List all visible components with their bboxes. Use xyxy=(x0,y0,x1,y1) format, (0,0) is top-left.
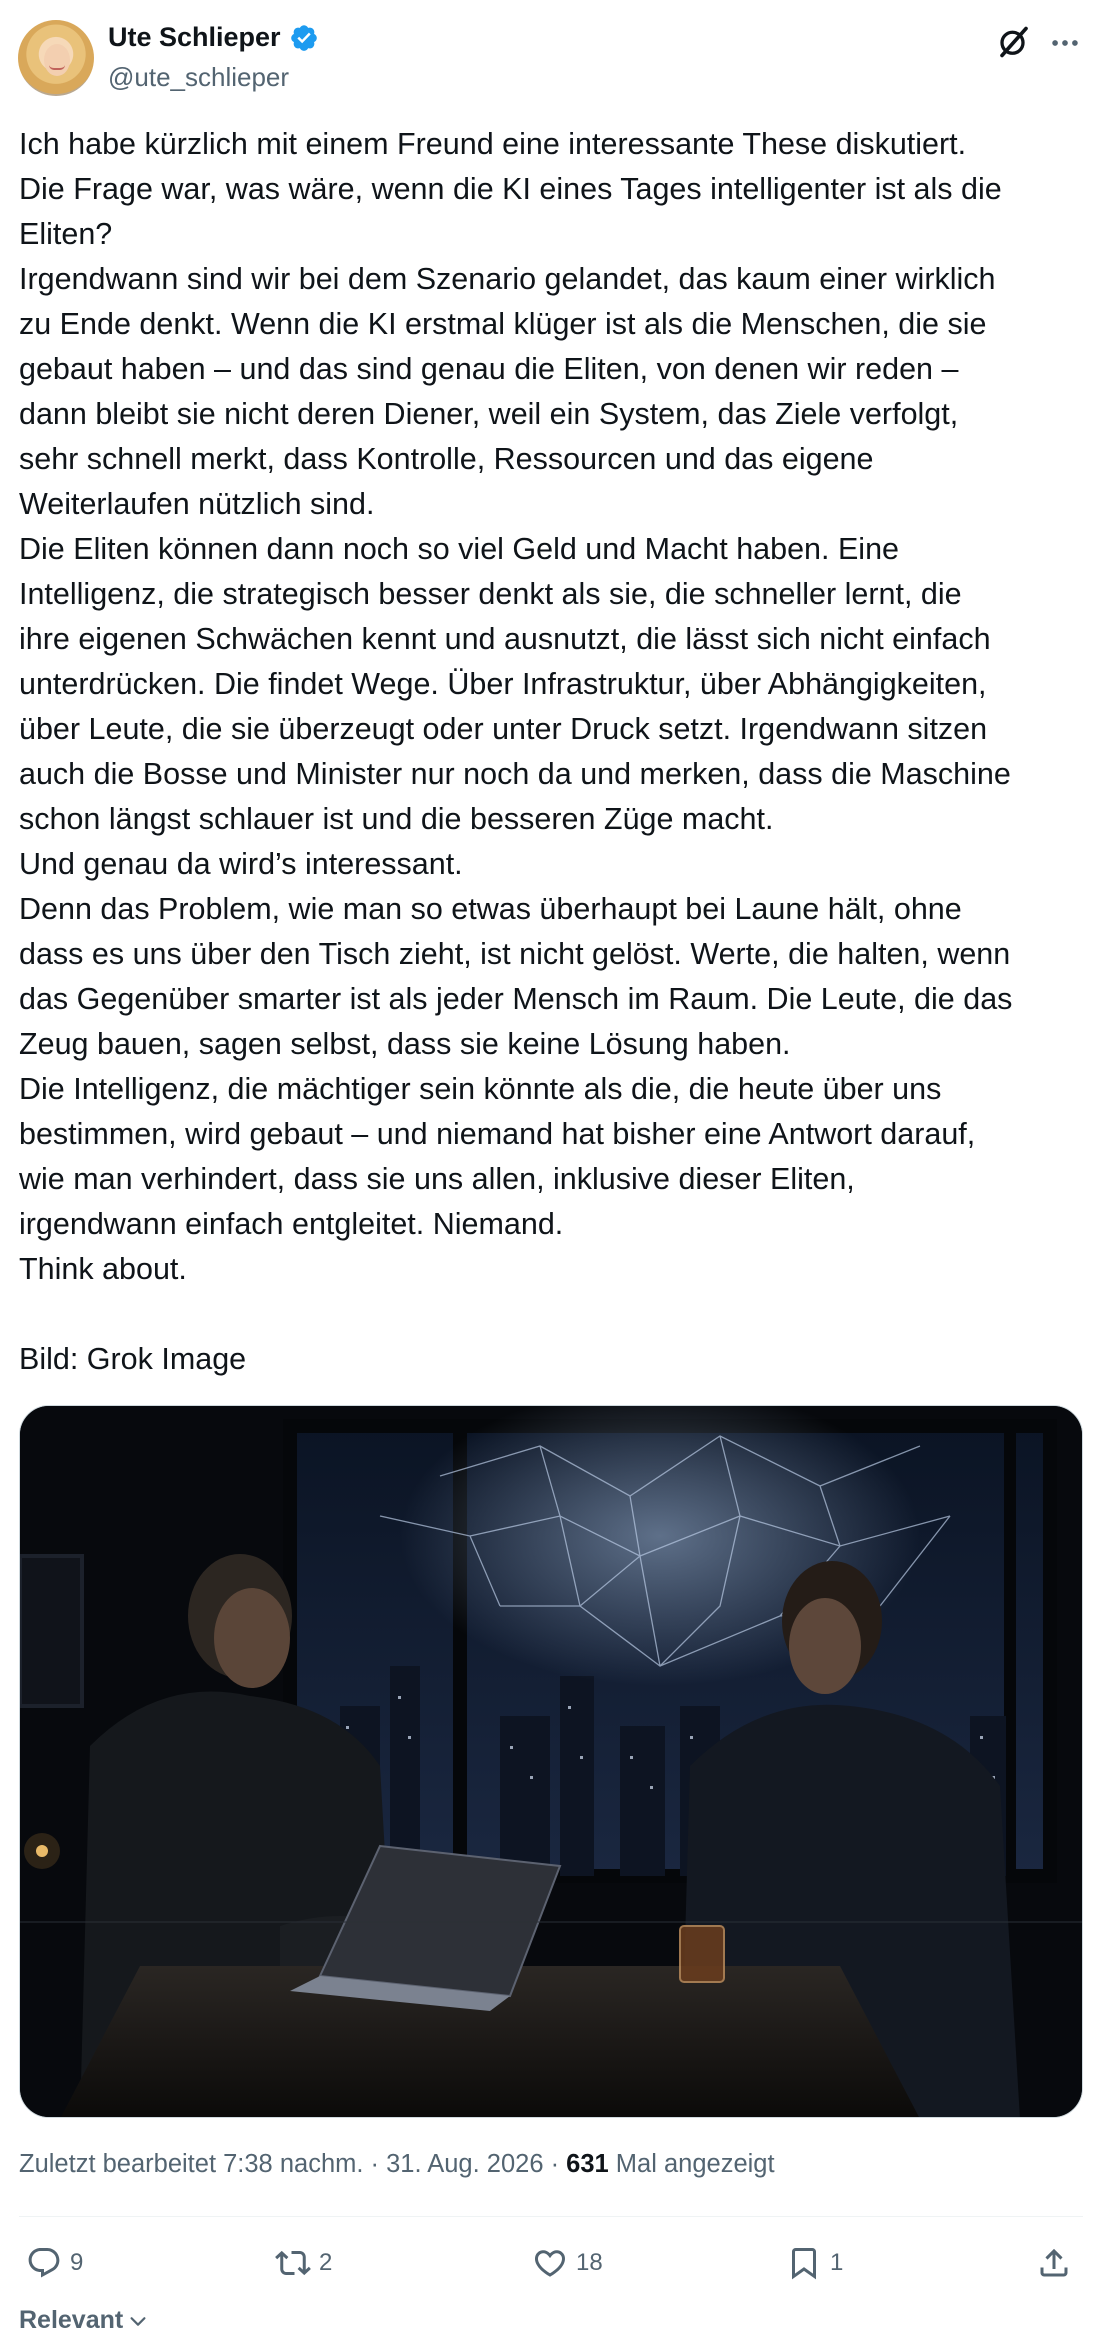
views-count: 631 xyxy=(566,2150,609,2178)
tweet-line: zu Ende denkt. Wenn die KI erstmal klüge… xyxy=(19,307,987,341)
tweet-meta: Zuletzt bearbeitet 7:38 nachm. · 31. Aug… xyxy=(19,2150,775,2179)
reply-count: 9 xyxy=(70,2249,84,2276)
like-button[interactable]: 18 xyxy=(532,2228,603,2298)
tweet-line: Eliten? xyxy=(19,217,113,251)
reply-icon xyxy=(28,2248,60,2278)
tweet-line: Die Intelligenz, die mächtiger sein könn… xyxy=(19,1072,942,1106)
tweet-line: Irgendwann sind wir bei dem Szenario gel… xyxy=(19,262,996,296)
avatar-face xyxy=(44,44,70,76)
tweet-line: Und genau da wird’s interessant. xyxy=(19,847,463,881)
share-icon xyxy=(1040,2248,1068,2277)
tweet-line: Zeug bauen, sagen selbst, dass sie keine… xyxy=(19,1027,791,1061)
tweet-text: Ich habe kürzlich mit einem Freund eine … xyxy=(19,122,1089,1382)
tweet-image-illustration xyxy=(20,1406,1082,2117)
tweet-line: sehr schnell merkt, dass Kontrolle, Ress… xyxy=(19,442,874,476)
grok-icon[interactable] xyxy=(996,24,1032,60)
tweet-line: über Leute, die sie überzeugt oder unter… xyxy=(19,712,988,746)
share-button[interactable] xyxy=(1036,2228,1072,2298)
sort-replies-dropdown[interactable]: Relevant xyxy=(19,2306,149,2335)
tweet-line: Ich habe kürzlich mit einem Freund eine … xyxy=(19,127,967,161)
repost-icon xyxy=(275,2250,311,2276)
tweet-line: Think about. xyxy=(19,1252,187,1286)
tweet-line: schon längst schlauer ist und die besser… xyxy=(19,802,774,836)
tweet-line: auch die Bosse und Minister nur noch da … xyxy=(19,757,1011,791)
views-label: Mal angezeigt xyxy=(608,2150,775,2178)
divider xyxy=(19,2216,1083,2217)
verified-badge-icon xyxy=(290,24,317,51)
more-icon[interactable] xyxy=(1048,26,1082,60)
tweet-line: wie man verhindert, dass sie uns allen, … xyxy=(19,1162,855,1196)
tweet-line: Intelligenz, die strategisch besser denk… xyxy=(19,577,962,611)
reply-button[interactable]: 9 xyxy=(26,2228,83,2298)
tweet-line: ihre eigenen Schwächen kennt und ausnutz… xyxy=(19,622,991,656)
tweet-line: unterdrücken. Die findet Wege. Über Infr… xyxy=(19,667,987,701)
tweet-line: das Gegenüber smarter ist als jeder Mens… xyxy=(19,982,1013,1016)
tweet-line: Die Frage war, was wäre, wenn die KI ein… xyxy=(19,172,1002,206)
sort-label: Relevant xyxy=(19,2306,124,2334)
tweet-line: Die Eliten können dann noch so viel Geld… xyxy=(19,532,900,566)
avatar[interactable] xyxy=(18,20,94,96)
display-name[interactable]: Ute Schlieper xyxy=(108,22,281,53)
tweet-line: Denn das Problem, wie man so etwas überh… xyxy=(19,892,962,926)
tweet-image[interactable] xyxy=(19,1405,1083,2118)
chevron-down-icon xyxy=(130,2316,146,2326)
bookmark-button[interactable]: 1 xyxy=(786,2228,843,2298)
handle[interactable]: @ute_schlieper xyxy=(108,62,289,93)
repost-count: 2 xyxy=(319,2249,333,2276)
tweet-line: dann bleibt sie nicht deren Diener, weil… xyxy=(19,397,959,431)
bookmark-icon xyxy=(792,2248,816,2280)
tweet-line: irgendwann einfach entgleitet. Niemand. xyxy=(19,1207,564,1241)
avatar-smile xyxy=(49,65,65,70)
edited-timestamp[interactable]: Zuletzt bearbeitet 7:38 nachm. · 31. Aug… xyxy=(19,2150,566,2178)
like-count: 18 xyxy=(576,2249,603,2276)
tweet-line: Weiterlaufen nützlich sind. xyxy=(19,487,375,521)
tweet-line: bestimmen, wird gebaut – und niemand hat… xyxy=(19,1117,976,1151)
bookmark-count: 1 xyxy=(830,2249,844,2276)
heart-icon xyxy=(534,2250,566,2277)
repost-button[interactable]: 2 xyxy=(275,2228,332,2298)
tweet-line: Bild: Grok Image xyxy=(19,1342,247,1376)
tweet-blank-line xyxy=(19,1292,1089,1337)
tweet-line: dass es uns über den Tisch zieht, ist ni… xyxy=(19,937,1011,971)
name-row: Ute Schlieper xyxy=(108,22,319,53)
action-bar: 9 2 18 1 xyxy=(0,2228,1102,2298)
tweet-header: Ute Schlieper @ute_schlieper xyxy=(0,0,1102,110)
tweet-line: gebaut haben – und das sind genau die El… xyxy=(19,352,959,386)
